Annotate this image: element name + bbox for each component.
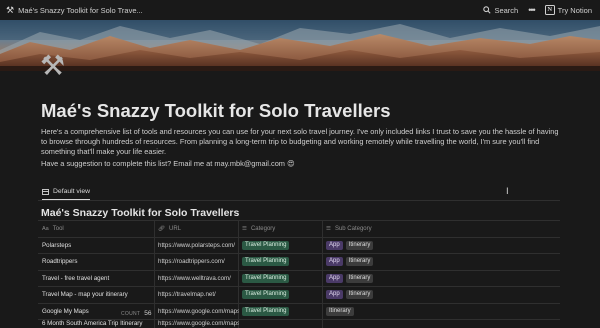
table-view-icon bbox=[42, 188, 49, 195]
category-cell[interactable]: Travel Planning bbox=[242, 238, 323, 254]
table-row[interactable]: 6 Month South America Trip Itinerary htt… bbox=[38, 320, 560, 328]
search-label: Search bbox=[494, 5, 519, 15]
url-cell[interactable]: https://www.polarsteps.com/ bbox=[158, 238, 239, 254]
try-notion-label: Try Notion bbox=[557, 5, 592, 15]
suggestion-paragraph: Have a suggestion to complete this list?… bbox=[41, 159, 295, 168]
notion-logo-icon: N bbox=[544, 5, 555, 15]
tool-cell[interactable]: Travel - free travel agent bbox=[42, 271, 154, 287]
search-button[interactable]: Search bbox=[483, 6, 518, 15]
default-view-label: Default view bbox=[53, 188, 91, 195]
sub-category-cell[interactable]: App Itinerary bbox=[326, 287, 556, 303]
table-header-row: Aa Tool 🔗︎ URL ☰ Category ☰ Sub Category bbox=[38, 220, 560, 238]
more-icon: ••• bbox=[528, 5, 536, 15]
sub-category-cell[interactable]: App Itinerary bbox=[326, 254, 556, 270]
sub-category-tag: Itinerary bbox=[345, 290, 374, 300]
tool-cell[interactable]: Polarsteps bbox=[42, 238, 154, 254]
multi-select-property-icon: ☰ bbox=[326, 225, 331, 232]
database-title: Maé's Snazzy Toolkit for Solo Travellers bbox=[41, 207, 240, 219]
search-icon bbox=[483, 6, 492, 14]
count-value: 56 bbox=[144, 310, 152, 317]
top-bar: ⚒ Maé's Snazzy Toolkit for Solo Trave...… bbox=[0, 0, 600, 20]
category-tag: Travel Planning bbox=[242, 273, 290, 283]
url-cell[interactable]: https://www.google.com/maps bbox=[158, 320, 239, 328]
default-view-tab[interactable]: Default view bbox=[42, 188, 90, 195]
category-tag: Travel Planning bbox=[242, 290, 290, 300]
category-cell[interactable]: Travel Planning bbox=[242, 287, 323, 303]
category-tag: Travel Planning bbox=[242, 257, 290, 267]
table-row[interactable]: Google My Maps https://www.google.com/ma… bbox=[38, 304, 560, 320]
sub-category-tag: App bbox=[326, 240, 343, 250]
table-row[interactable]: Travel Map - map your itinerary https://… bbox=[38, 287, 560, 304]
more-options-button[interactable]: ••• bbox=[528, 5, 536, 15]
sub-category-tag: Itinerary bbox=[326, 306, 354, 316]
text-property-icon: Aa bbox=[42, 225, 49, 232]
view-divider bbox=[38, 200, 560, 201]
sub-category-tag: Itinerary bbox=[345, 240, 374, 250]
category-tag: Travel Planning bbox=[242, 306, 290, 316]
table-count-footer: COUNT 56 bbox=[121, 310, 152, 317]
sub-category-tag: App bbox=[326, 257, 343, 267]
column-header-sub-category[interactable]: ☰ Sub Category bbox=[326, 221, 556, 237]
page-icon-hammer-and-wrench: ⚒ bbox=[40, 50, 66, 81]
sub-category-cell[interactable]: Itinerary bbox=[326, 304, 556, 320]
table-row[interactable]: Roadtrippers https://roadtrippers.com/ T… bbox=[38, 254, 560, 271]
table-row[interactable]: Travel - free travel agent https://www.w… bbox=[38, 271, 560, 287]
category-cell[interactable]: Travel Planning bbox=[242, 304, 323, 320]
count-label: COUNT bbox=[121, 310, 141, 317]
tool-cell[interactable]: 6 Month South America Trip Itinerary bbox=[42, 320, 154, 328]
sub-category-cell[interactable]: App Itinerary bbox=[326, 238, 556, 254]
hammer-and-wrench-icon: ⚒ bbox=[6, 4, 15, 15]
url-cell[interactable]: https://www.google.com/maps bbox=[158, 304, 239, 320]
url-cell[interactable]: https://roadtrippers.com/ bbox=[158, 254, 239, 270]
column-header-category[interactable]: ☰ Category bbox=[242, 221, 323, 237]
column-header-label: Category bbox=[250, 225, 276, 232]
table-row[interactable]: Polarsteps https://www.polarsteps.com/ T… bbox=[38, 238, 560, 254]
cover-image bbox=[0, 20, 600, 71]
sub-category-tag: Itinerary bbox=[345, 273, 374, 283]
top-bar-actions: Search ••• N Try Notion bbox=[483, 5, 592, 15]
category-tag: Travel Planning bbox=[242, 240, 290, 250]
column-header-label: Sub Category bbox=[334, 225, 372, 232]
column-header-label: Tool bbox=[52, 225, 64, 232]
tool-cell[interactable]: Travel Map - map your itinerary bbox=[42, 287, 154, 303]
breadcrumb[interactable]: Maé's Snazzy Toolkit for Solo Trave... bbox=[18, 6, 143, 15]
column-header-tool[interactable]: Aa Tool bbox=[42, 221, 154, 237]
url-cell[interactable]: https://travelmap.net/ bbox=[158, 287, 239, 303]
category-cell[interactable]: Travel Planning bbox=[242, 271, 323, 287]
text-cursor-icon: Ⅰ bbox=[506, 186, 509, 196]
column-header-url[interactable]: 🔗︎ URL bbox=[158, 221, 239, 237]
column-header-label: URL bbox=[168, 225, 181, 232]
page-title: Maé's Snazzy Toolkit for Solo Travellers bbox=[41, 100, 391, 121]
sub-category-cell[interactable]: App Itinerary bbox=[326, 271, 556, 287]
intro-paragraph: Here's a comprehensive list of tools and… bbox=[41, 127, 559, 156]
sub-category-tag: App bbox=[326, 290, 343, 300]
tool-cell[interactable]: Roadtrippers bbox=[42, 254, 154, 270]
select-property-icon: ☰ bbox=[242, 225, 247, 232]
url-cell[interactable]: https://www.welltrava.com/ bbox=[158, 271, 239, 287]
try-notion-button[interactable]: N Try Notion bbox=[544, 5, 592, 15]
category-cell[interactable]: Travel Planning bbox=[242, 254, 323, 270]
sub-category-tag: App bbox=[326, 273, 343, 283]
database-table: Aa Tool 🔗︎ URL ☰ Category ☰ Sub Category… bbox=[38, 220, 560, 328]
sub-category-tag: Itinerary bbox=[345, 257, 374, 267]
link-icon: 🔗︎ bbox=[158, 225, 165, 232]
